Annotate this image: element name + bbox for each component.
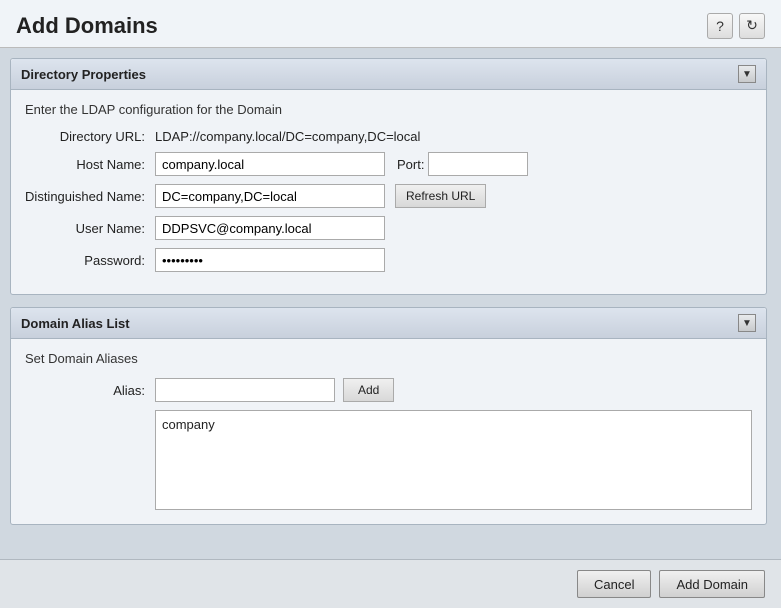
dn-label: Distinguished Name:: [25, 189, 155, 204]
hostname-input[interactable]: [155, 152, 385, 176]
cancel-button[interactable]: Cancel: [577, 570, 651, 598]
alias-panel-body: Set Domain Aliases Alias: Add company: [11, 339, 766, 524]
directory-panel-body: Enter the LDAP configuration for the Dom…: [11, 90, 766, 294]
alias-panel-header: Domain Alias List ▼: [11, 308, 766, 339]
port-input[interactable]: [428, 152, 528, 176]
alias-panel-collapse[interactable]: ▼: [738, 314, 756, 332]
header-icons: ? ↻: [707, 13, 765, 39]
footer: Cancel Add Domain: [0, 559, 781, 608]
help-button[interactable]: ?: [707, 13, 733, 39]
directory-properties-panel: Directory Properties ▼ Enter the LDAP co…: [10, 58, 767, 295]
hostname-label: Host Name:: [25, 157, 155, 172]
alias-label: Alias:: [25, 383, 155, 398]
username-row: User Name:: [25, 216, 752, 240]
username-label: User Name:: [25, 221, 155, 236]
alias-list: company: [155, 410, 752, 510]
add-alias-button[interactable]: Add: [343, 378, 394, 402]
page-header: Add Domains ? ↻: [0, 0, 781, 48]
alias-input-row: Alias: Add: [25, 378, 752, 402]
alias-panel: Domain Alias List ▼ Set Domain Aliases A…: [10, 307, 767, 525]
alias-list-item: company: [162, 417, 745, 432]
directory-panel-header: Directory Properties ▼: [11, 59, 766, 90]
hostname-row: Host Name: Port:: [25, 152, 752, 176]
dn-row: Distinguished Name: Refresh URL: [25, 184, 752, 208]
directory-url-value: LDAP://company.local/DC=company,DC=local: [155, 129, 420, 144]
directory-panel-collapse[interactable]: ▼: [738, 65, 756, 83]
directory-panel-title: Directory Properties: [21, 67, 146, 82]
dn-input[interactable]: [155, 184, 385, 208]
port-label: Port:: [397, 157, 424, 172]
alias-input[interactable]: [155, 378, 335, 402]
username-input[interactable]: [155, 216, 385, 240]
content-area: Directory Properties ▼ Enter the LDAP co…: [0, 48, 781, 559]
password-input[interactable]: [155, 248, 385, 272]
directory-url-row: Directory URL: LDAP://company.local/DC=c…: [25, 129, 752, 144]
password-row: Password:: [25, 248, 752, 272]
refresh-button[interactable]: ↻: [739, 13, 765, 39]
directory-url-label: Directory URL:: [25, 129, 155, 144]
password-label: Password:: [25, 253, 155, 268]
alias-panel-description: Set Domain Aliases: [25, 351, 752, 366]
directory-panel-description: Enter the LDAP configuration for the Dom…: [25, 102, 752, 117]
add-domain-button[interactable]: Add Domain: [659, 570, 765, 598]
page-title: Add Domains: [16, 13, 158, 39]
refresh-url-button[interactable]: Refresh URL: [395, 184, 486, 208]
alias-panel-title: Domain Alias List: [21, 316, 130, 331]
